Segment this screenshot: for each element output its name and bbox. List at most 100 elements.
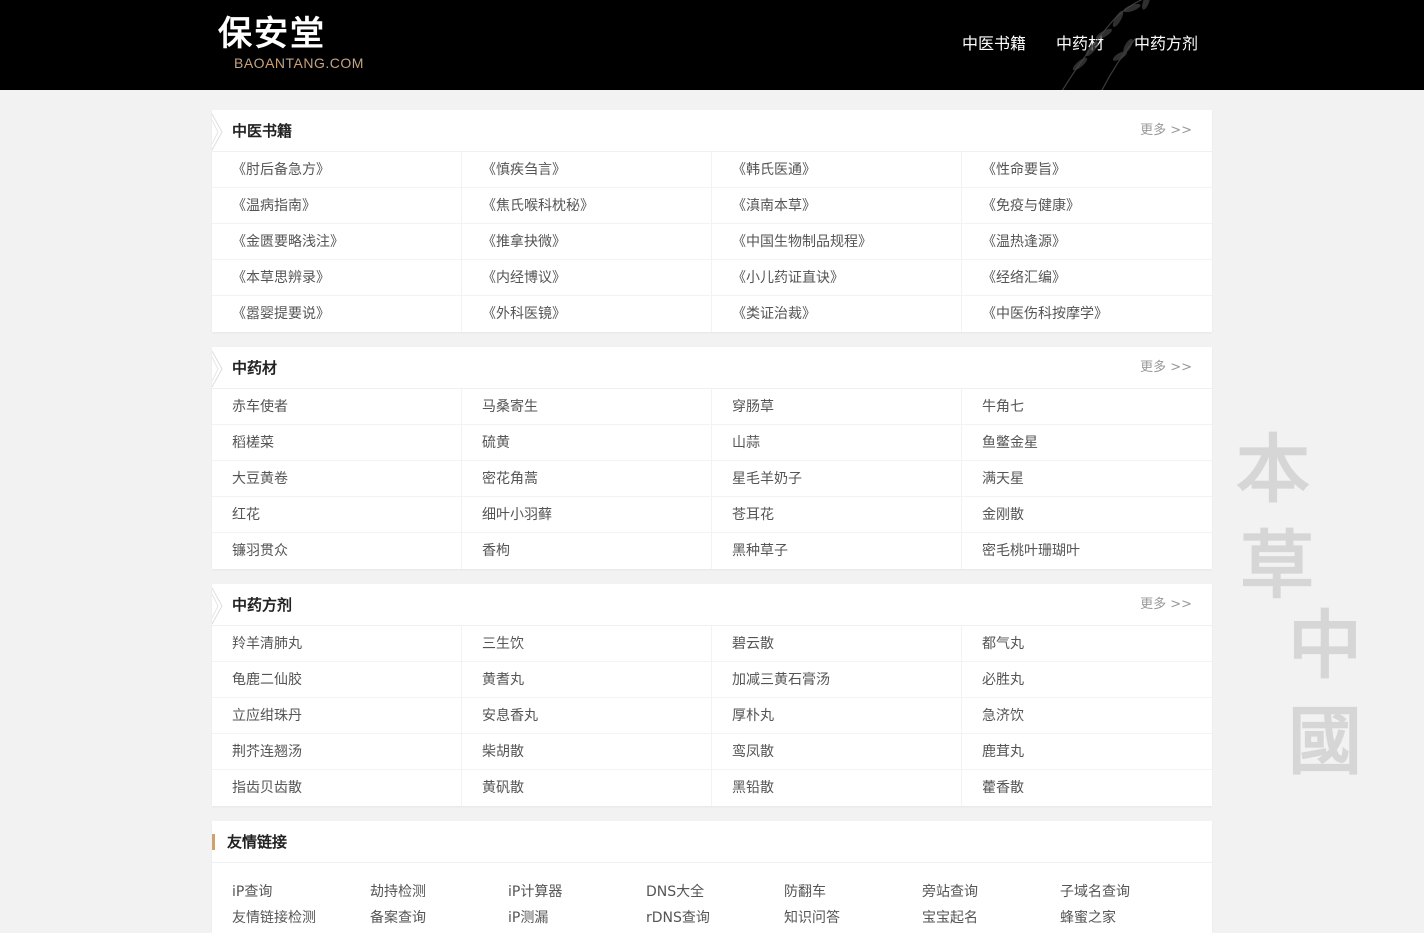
friend-link[interactable]: 旁站查询 xyxy=(922,881,1060,903)
list-item[interactable]: 《内经博议》 xyxy=(462,260,712,296)
more-link[interactable]: 更多 >> xyxy=(1140,359,1192,377)
list-item[interactable]: 《本草思辨录》 xyxy=(212,260,462,296)
site-header: 保安堂 BAOANTANG.COM 中医书籍 中药材 中药方剂 xyxy=(0,0,1424,90)
friend-link[interactable]: 子域名查询 xyxy=(1060,881,1198,903)
section-title: 中药方剂 xyxy=(232,596,293,614)
list-item[interactable]: 安息香丸 xyxy=(462,698,712,734)
list-item[interactable]: 硫黄 xyxy=(462,425,712,461)
friend-link[interactable]: 备案查询 xyxy=(370,907,508,929)
nav-item-books[interactable]: 中医书籍 xyxy=(962,32,1026,56)
list-item[interactable]: 《嚣婴提要说》 xyxy=(212,296,462,332)
friend-link[interactable]: 宝宝起名 xyxy=(922,907,1060,929)
list-item[interactable]: 穿肠草 xyxy=(712,389,962,425)
diamond-ornament-icon xyxy=(212,351,223,387)
list-item[interactable]: 必胜丸 xyxy=(962,662,1212,698)
list-item[interactable]: 金刚散 xyxy=(962,497,1212,533)
list-item[interactable]: 《免疫与健康》 xyxy=(962,188,1212,224)
list-item[interactable]: 《经络汇编》 xyxy=(962,260,1212,296)
friend-link[interactable]: iP测漏 xyxy=(508,907,646,929)
list-item[interactable]: 香枸 xyxy=(462,533,712,569)
list-item[interactable]: 《中国生物制品规程》 xyxy=(712,224,962,260)
friend-link[interactable]: 劫持检测 xyxy=(370,881,508,903)
list-item[interactable]: 山蒜 xyxy=(712,425,962,461)
list-item[interactable]: 荆芥连翘汤 xyxy=(212,734,462,770)
more-link[interactable]: 更多 >> xyxy=(1140,596,1192,614)
list-item[interactable]: 《类证治裁》 xyxy=(712,296,962,332)
section-header: 中药方剂 更多 >> xyxy=(212,584,1212,626)
watermark-char: 中 xyxy=(1288,603,1362,689)
friend-link[interactable]: iP查询 xyxy=(232,881,370,903)
list-item[interactable]: 《温热逢源》 xyxy=(962,224,1212,260)
section-title: 友情链接 xyxy=(227,833,288,851)
list-item[interactable]: 星毛羊奶子 xyxy=(712,461,962,497)
list-item[interactable]: 镰羽贯众 xyxy=(212,533,462,569)
list-item[interactable]: 《滇南本草》 xyxy=(712,188,962,224)
site-logo[interactable]: 保安堂 BAOANTANG.COM xyxy=(218,14,378,76)
watermark-char: 草 xyxy=(1240,523,1314,609)
list-item[interactable]: 《外科医镜》 xyxy=(462,296,712,332)
list-item[interactable]: 鹿茸丸 xyxy=(962,734,1212,770)
list-item[interactable]: 满天星 xyxy=(962,461,1212,497)
list-item[interactable]: 鸾凤散 xyxy=(712,734,962,770)
list-item[interactable]: 加减三黄石膏汤 xyxy=(712,662,962,698)
list-item[interactable]: 稻槎菜 xyxy=(212,425,462,461)
friend-link[interactable]: 友情链接检测 xyxy=(232,907,370,929)
list-item[interactable]: 龟鹿二仙胶 xyxy=(212,662,462,698)
list-item[interactable]: 柴胡散 xyxy=(462,734,712,770)
list-item[interactable]: 《韩氏医通》 xyxy=(712,152,962,188)
list-item[interactable]: 立应绀珠丹 xyxy=(212,698,462,734)
list-item[interactable]: 都气丸 xyxy=(962,626,1212,662)
watermark-char: 國 xyxy=(1288,699,1362,785)
calligraphy-watermark: 本 草 中 國 xyxy=(1236,430,1366,790)
logo-name: 保安堂 xyxy=(218,14,326,54)
list-item[interactable]: 红花 xyxy=(212,497,462,533)
list-item[interactable]: 密花角蒿 xyxy=(462,461,712,497)
list-item[interactable]: 《小儿药证直诀》 xyxy=(712,260,962,296)
list-item[interactable]: 《中医伤科按摩学》 xyxy=(962,296,1212,332)
friend-link[interactable]: rDNS查询 xyxy=(646,907,784,929)
list-item[interactable]: 《性命要旨》 xyxy=(962,152,1212,188)
more-link[interactable]: 更多 >> xyxy=(1140,122,1192,140)
section-grid: 《肘后备急方》 《慎疾刍言》 《韩氏医通》 《性命要旨》 《温病指南》 《焦氏喉… xyxy=(212,152,1212,332)
list-item[interactable]: 三生饮 xyxy=(462,626,712,662)
list-item[interactable]: 《温病指南》 xyxy=(212,188,462,224)
diamond-ornament-icon xyxy=(212,114,223,150)
list-item[interactable]: 《金匮要略浅注》 xyxy=(212,224,462,260)
friend-link[interactable]: iP计算器 xyxy=(508,881,646,903)
list-item[interactable]: 大豆黄卷 xyxy=(212,461,462,497)
friend-link[interactable]: 蜂蜜之家 xyxy=(1060,907,1198,929)
section-header: 友情链接 xyxy=(212,821,1212,863)
friend-link[interactable]: 知识问答 xyxy=(784,907,922,929)
section-title: 中药材 xyxy=(232,359,278,377)
list-item[interactable]: 羚羊清肺丸 xyxy=(212,626,462,662)
section-books: 中医书籍 更多 >> 《肘后备急方》 《慎疾刍言》 《韩氏医通》 《性命要旨》 … xyxy=(212,110,1212,332)
section-grid: 羚羊清肺丸 三生饮 碧云散 都气丸 龟鹿二仙胶 黄耆丸 加减三黄石膏汤 必胜丸 … xyxy=(212,626,1212,806)
list-item[interactable]: 《肘后备急方》 xyxy=(212,152,462,188)
list-item[interactable]: 《焦氏喉科枕秘》 xyxy=(462,188,712,224)
main-content: 中医书籍 更多 >> 《肘后备急方》 《慎疾刍言》 《韩氏医通》 《性命要旨》 … xyxy=(212,110,1212,933)
list-item[interactable]: 马桑寄生 xyxy=(462,389,712,425)
section-header: 中医书籍 更多 >> xyxy=(212,110,1212,152)
friend-link[interactable]: DNS大全 xyxy=(646,881,784,903)
list-item[interactable]: 细叶小羽藓 xyxy=(462,497,712,533)
list-item[interactable]: 鱼鳖金星 xyxy=(962,425,1212,461)
friend-link[interactable]: 防翻车 xyxy=(784,881,922,903)
logo-domain: BAOANTANG.COM xyxy=(234,55,364,71)
list-item[interactable]: 牛角七 xyxy=(962,389,1212,425)
list-item[interactable]: 藿香散 xyxy=(962,770,1212,806)
friend-links-grid: iP查询 劫持检测 iP计算器 DNS大全 防翻车 旁站查询 子域名查询 友情链… xyxy=(212,863,1212,929)
watermark-char: 本 xyxy=(1236,427,1310,513)
list-item[interactable]: 黄耆丸 xyxy=(462,662,712,698)
list-item[interactable]: 黑铅散 xyxy=(712,770,962,806)
list-item[interactable]: 指齿贝齿散 xyxy=(212,770,462,806)
list-item[interactable]: 赤车使者 xyxy=(212,389,462,425)
list-item[interactable]: 厚朴丸 xyxy=(712,698,962,734)
list-item[interactable]: 黑种草子 xyxy=(712,533,962,569)
list-item[interactable]: 密毛桃叶珊瑚叶 xyxy=(962,533,1212,569)
list-item[interactable]: 《慎疾刍言》 xyxy=(462,152,712,188)
list-item[interactable]: 碧云散 xyxy=(712,626,962,662)
list-item[interactable]: 急济饮 xyxy=(962,698,1212,734)
list-item[interactable]: 黄矾散 xyxy=(462,770,712,806)
list-item[interactable]: 《推拿抉微》 xyxy=(462,224,712,260)
list-item[interactable]: 苍耳花 xyxy=(712,497,962,533)
